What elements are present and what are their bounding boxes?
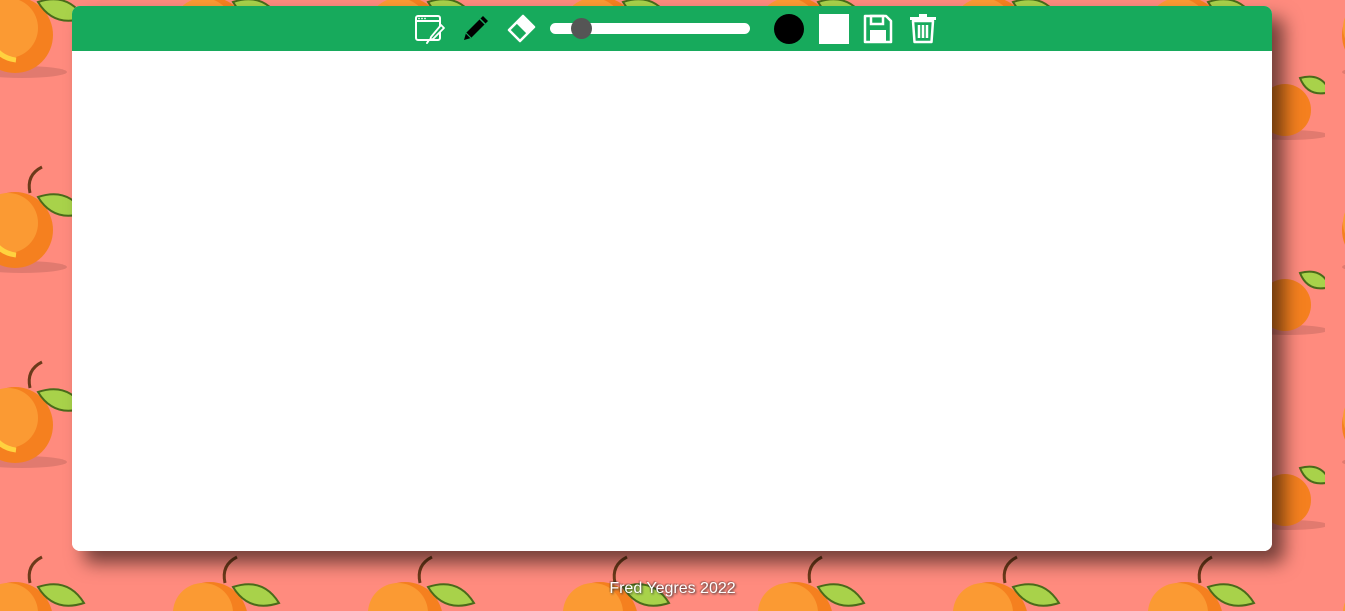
brush-color-picker[interactable] xyxy=(774,14,804,44)
background-color-picker[interactable] xyxy=(819,14,849,44)
save-icon xyxy=(863,14,893,44)
bucket-fill-tool[interactable] xyxy=(414,13,446,45)
bucket-fill-icon xyxy=(415,15,445,44)
toolbar xyxy=(72,6,1272,51)
drawing-canvas[interactable] xyxy=(72,51,1272,551)
brush-size-slider-knob[interactable] xyxy=(571,18,593,39)
save-button[interactable] xyxy=(862,13,894,45)
clear-canvas-button[interactable] xyxy=(907,13,939,45)
brush-size-slider[interactable] xyxy=(550,18,750,39)
brush-icon xyxy=(464,16,488,40)
eraser-tool[interactable] xyxy=(504,13,536,45)
eraser-icon xyxy=(507,14,536,43)
brush-tool[interactable] xyxy=(459,13,491,45)
drawing-board xyxy=(72,6,1272,551)
footer-credit: Fred Yegres 2022 xyxy=(609,580,736,597)
trash-icon xyxy=(910,14,936,44)
